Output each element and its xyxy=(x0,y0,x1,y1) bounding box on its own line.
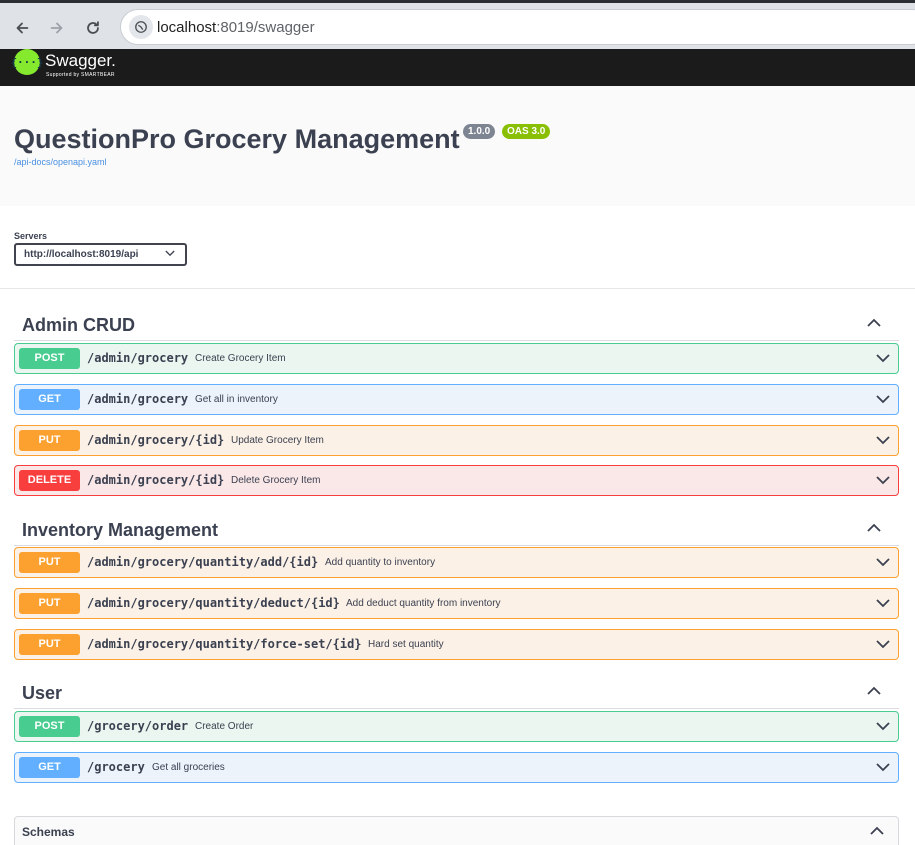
operation-summary: Get all groceries xyxy=(152,762,225,773)
swagger-logo-text[interactable]: Swagger. xyxy=(45,51,116,71)
chevron-down-icon[interactable] xyxy=(876,639,890,649)
chevron-down-icon[interactable] xyxy=(876,394,890,404)
servers-label: Servers xyxy=(14,231,48,241)
servers-selected-value: http://localhost:8019/api xyxy=(24,249,139,260)
operation-path: /grocery/order xyxy=(87,719,189,733)
section-admin-crud[interactable]: Admin CRUD xyxy=(14,303,899,341)
operation-path: /admin/grocery xyxy=(87,351,189,365)
operation-row[interactable]: GET /admin/grocery Get all in inventory xyxy=(14,384,899,415)
chevron-down-icon[interactable] xyxy=(876,598,890,608)
chevron-down-icon xyxy=(165,249,175,260)
openapi-spec-link[interactable]: /api-docs/openapi.yaml xyxy=(14,157,107,167)
operation-summary: Add deduct quantity from inventory xyxy=(346,598,501,609)
api-info: QuestionPro Grocery Management 1.0.0 OAS… xyxy=(0,86,915,206)
back-arrow-icon[interactable] xyxy=(10,16,34,40)
chevron-up-icon[interactable] xyxy=(867,685,881,697)
site-info-icon[interactable] xyxy=(129,15,153,39)
method-badge: PUT xyxy=(19,430,80,451)
operation-path: /admin/grocery/{id} xyxy=(87,473,225,487)
operation-path: /admin/grocery/quantity/add/{id} xyxy=(87,555,319,569)
section-title: Admin CRUD xyxy=(22,315,135,335)
method-badge: POST xyxy=(19,348,80,369)
chevron-down-icon[interactable] xyxy=(876,475,890,485)
page-title: QuestionPro Grocery Management xyxy=(14,124,460,154)
url-path: :8019/swagger xyxy=(216,19,315,36)
chevron-down-icon[interactable] xyxy=(876,353,890,363)
operation-row[interactable]: PUT /admin/grocery/quantity/force-set/{i… xyxy=(14,629,899,660)
operation-summary: Add quantity to inventory xyxy=(325,557,436,568)
operation-summary: Delete Grocery Item xyxy=(231,475,321,486)
operation-path: /admin/grocery/quantity/force-set/{id} xyxy=(87,637,362,651)
section-title: User xyxy=(22,683,63,703)
oas-badge: OAS 3.0 xyxy=(502,124,551,139)
method-badge: POST xyxy=(19,716,80,737)
operation-summary: Create Order xyxy=(195,721,254,732)
schemas-title: Schemas xyxy=(22,825,75,839)
chevron-up-icon[interactable] xyxy=(867,522,881,534)
operation-row[interactable]: GET /grocery Get all groceries xyxy=(14,752,899,783)
section-user[interactable]: User xyxy=(14,671,899,709)
section-title: Inventory Management xyxy=(22,520,219,540)
chevron-up-icon[interactable] xyxy=(870,826,884,836)
method-badge: PUT xyxy=(19,552,80,573)
swagger-topbar: {···} Swagger. Supported by SMARTBEAR xyxy=(0,49,915,86)
method-badge: PUT xyxy=(19,593,80,614)
browser-toolbar: localhost:8019/swagger xyxy=(0,0,915,49)
chevron-down-icon[interactable] xyxy=(876,557,890,567)
forward-arrow-icon[interactable] xyxy=(45,16,69,40)
method-badge: DELETE xyxy=(19,470,80,491)
operation-path: /grocery xyxy=(87,760,145,774)
operation-summary: Get all in inventory xyxy=(195,394,278,405)
operation-path: /admin/grocery xyxy=(87,392,189,406)
operation-summary: Hard set quantity xyxy=(368,639,444,650)
servers-select[interactable]: http://localhost:8019/api xyxy=(14,243,187,266)
operation-summary: Create Grocery Item xyxy=(195,353,286,364)
operation-row[interactable]: POST /grocery/order Create Order xyxy=(14,711,899,742)
operation-path: /admin/grocery/{id} xyxy=(87,433,225,447)
chevron-down-icon[interactable] xyxy=(876,721,890,731)
reload-icon[interactable] xyxy=(81,16,105,40)
url-host: localhost xyxy=(157,19,217,36)
operation-row[interactable]: PUT /admin/grocery/{id} Update Grocery I… xyxy=(14,425,899,456)
smartbear-tagline: Supported by SMARTBEAR xyxy=(46,72,115,78)
chevron-down-icon[interactable] xyxy=(876,762,890,772)
url-text: localhost:8019/swagger xyxy=(157,19,315,36)
version-badge: 1.0.0 xyxy=(463,124,496,139)
method-badge: PUT xyxy=(19,634,80,655)
section-inventory-management[interactable]: Inventory Management xyxy=(14,508,899,546)
address-bar[interactable]: localhost:8019/swagger xyxy=(120,9,915,45)
chevron-up-icon[interactable] xyxy=(867,317,881,329)
schemas-section[interactable]: Schemas xyxy=(14,816,899,845)
operation-row[interactable]: PUT /admin/grocery/quantity/add/{id} Add… xyxy=(14,547,899,578)
operation-path: /admin/grocery/quantity/deduct/{id} xyxy=(87,596,340,610)
operation-row[interactable]: POST /admin/grocery Create Grocery Item xyxy=(14,343,899,374)
swagger-logo-icon[interactable]: {···} xyxy=(10,49,44,75)
operation-row[interactable]: PUT /admin/grocery/quantity/deduct/{id} … xyxy=(14,588,899,619)
operation-summary: Update Grocery Item xyxy=(231,435,324,446)
method-badge: GET xyxy=(19,389,80,410)
method-badge: GET xyxy=(19,757,80,778)
chevron-down-icon[interactable] xyxy=(876,435,890,445)
servers-panel: Servers http://localhost:8019/api xyxy=(0,206,915,289)
operation-row[interactable]: DELETE /admin/grocery/{id} Delete Grocer… xyxy=(14,465,899,496)
